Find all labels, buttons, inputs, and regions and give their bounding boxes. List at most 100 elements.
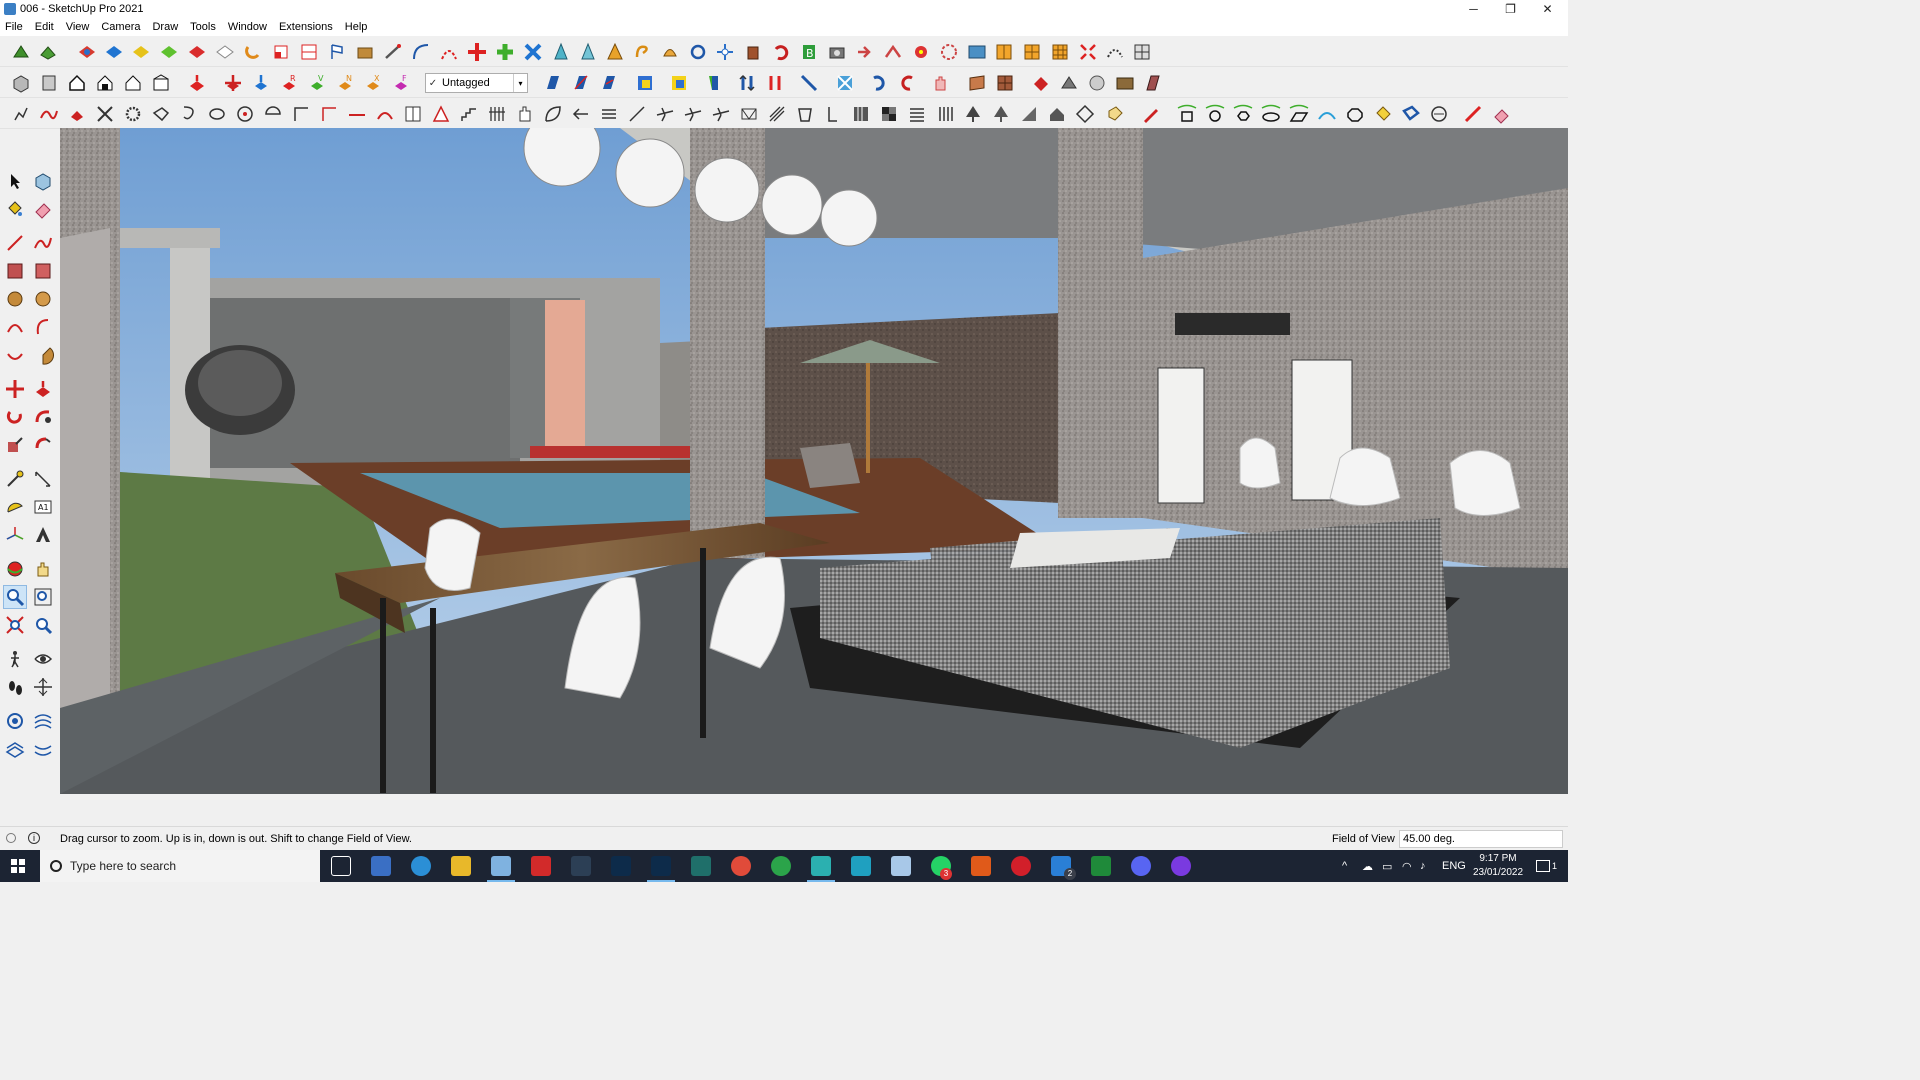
eraser-icon[interactable]	[32, 198, 54, 220]
polygon-tool-icon[interactable]	[1232, 103, 1254, 125]
plugin-grid-orange-icon[interactable]	[993, 41, 1015, 63]
previous-view-icon[interactable]	[32, 614, 54, 636]
layout-app-icon[interactable]	[691, 856, 711, 876]
discord-icon[interactable]	[1131, 856, 1151, 876]
hand-pink-icon[interactable]	[930, 72, 952, 94]
sketchup-viewer-icon[interactable]	[807, 856, 835, 882]
bracket-icon[interactable]	[822, 103, 844, 125]
diamond-icon[interactable]	[1074, 103, 1096, 125]
octagon-tool-icon[interactable]	[1344, 103, 1366, 125]
sketchup-app-icon[interactable]	[4, 3, 16, 15]
volume-icon[interactable]: ♪	[1420, 850, 1426, 882]
notifications-icon[interactable]: 1	[1536, 850, 1557, 882]
plugin-split-icon[interactable]	[882, 41, 904, 63]
close-button[interactable]: ✕	[1529, 0, 1566, 18]
file-explorer-icon[interactable]	[451, 856, 471, 876]
plugin-target-icon[interactable]	[910, 41, 932, 63]
flip-purple-icon[interactable]: F	[390, 72, 412, 94]
solid-green-icon[interactable]	[158, 41, 180, 63]
freehand-icon[interactable]	[32, 232, 54, 254]
scale-green-icon[interactable]: V	[306, 72, 328, 94]
rectangle-icon[interactable]	[4, 260, 26, 282]
section-plane-icon[interactable]	[270, 41, 292, 63]
half-sphere-icon[interactable]	[262, 103, 284, 125]
line-tool-icon[interactable]	[4, 232, 26, 254]
calculator-app-icon[interactable]	[371, 856, 391, 876]
line-red-icon[interactable]	[346, 103, 368, 125]
columns-icon[interactable]	[934, 103, 956, 125]
chevron-down-icon[interactable]: ▾	[513, 74, 527, 92]
corner-red-icon[interactable]	[318, 103, 340, 125]
look-around-icon[interactable]	[32, 648, 54, 670]
render-light-icon[interactable]	[1142, 72, 1164, 94]
textured-icon[interactable]	[704, 72, 726, 94]
onedrive-icon[interactable]: ☁	[1362, 850, 1373, 882]
eraser-pink-icon[interactable]	[1490, 103, 1512, 125]
rotate-tool-icon[interactable]	[4, 406, 26, 428]
protractor-icon[interactable]	[4, 496, 26, 518]
opera-icon[interactable]	[1011, 856, 1031, 876]
undo-blue-icon[interactable]	[868, 72, 890, 94]
stairs-icon[interactable]	[458, 103, 480, 125]
solid-blue-icon[interactable]	[103, 41, 125, 63]
front-view-icon[interactable]	[66, 72, 88, 94]
plane-2-icon[interactable]	[682, 103, 704, 125]
lasso-icon[interactable]	[206, 103, 228, 125]
clock[interactable]: 9:17 PM 23/01/2022	[1470, 852, 1526, 880]
text-tool-icon[interactable]: A1	[32, 496, 54, 518]
plugin-flower-icon[interactable]	[938, 41, 960, 63]
wifi-icon[interactable]: ◠	[1402, 850, 1412, 882]
offset-tool-icon[interactable]	[32, 434, 54, 456]
push-pull-icon[interactable]	[186, 72, 208, 94]
solid-yellow-icon[interactable]	[130, 41, 152, 63]
push-pull-tool-icon[interactable]	[32, 378, 54, 400]
render-frame-icon[interactable]	[1114, 72, 1136, 94]
arrow-left-icon[interactable]	[570, 103, 592, 125]
notes-app-icon[interactable]	[891, 856, 911, 876]
iso-view-icon[interactable]	[10, 72, 32, 94]
sections-icon[interactable]	[764, 72, 786, 94]
position-camera-icon[interactable]	[4, 648, 26, 670]
move-tool-icon[interactable]	[4, 378, 26, 400]
wireframe-icon[interactable]	[598, 72, 620, 94]
minimize-button[interactable]: ─	[1455, 0, 1492, 18]
select-arrow-icon[interactable]	[4, 170, 26, 192]
paint-bucket-icon[interactable]	[1372, 103, 1394, 125]
dimension-icon[interactable]	[32, 468, 54, 490]
material-brick-icon[interactable]	[966, 72, 988, 94]
chrome-profile-icon[interactable]	[771, 856, 791, 876]
zoom-icon[interactable]	[3, 585, 27, 609]
grid-icon[interactable]	[298, 41, 320, 63]
measurements-box[interactable]: 45.00 deg.	[1399, 830, 1563, 848]
info-icon[interactable]: i	[28, 832, 40, 844]
battery-icon[interactable]: ▭	[1382, 850, 1392, 882]
arc-red-icon[interactable]	[374, 103, 396, 125]
left-view-icon[interactable]	[150, 72, 172, 94]
hand-icon[interactable]	[514, 103, 536, 125]
plugin-arrow-icon[interactable]	[854, 41, 876, 63]
menu-help[interactable]: Help	[339, 18, 374, 36]
back-view-icon[interactable]	[122, 72, 144, 94]
pie-icon[interactable]	[32, 344, 54, 366]
plane-3-icon[interactable]	[710, 103, 732, 125]
task-view-icon[interactable]	[331, 856, 351, 876]
checker-icon[interactable]	[878, 103, 900, 125]
acrobat-icon[interactable]	[531, 856, 551, 876]
render-sphere-icon[interactable]	[1086, 72, 1108, 94]
plugin-green-icon[interactable]: B	[798, 41, 820, 63]
bezier-icon[interactable]	[438, 41, 460, 63]
three-point-arc-icon[interactable]	[4, 344, 26, 366]
plugin-tile-icon[interactable]	[1049, 41, 1071, 63]
slash-icon[interactable]	[626, 103, 648, 125]
solid-white-icon[interactable]	[214, 41, 236, 63]
tree-icon[interactable]	[962, 103, 984, 125]
render-icon[interactable]	[1030, 72, 1052, 94]
top-view-icon[interactable]	[38, 72, 60, 94]
3d-text-icon[interactable]	[32, 524, 54, 546]
polyline-icon[interactable]	[38, 103, 60, 125]
tag-icon[interactable]	[1104, 103, 1126, 125]
menu-edit[interactable]: Edit	[29, 18, 60, 36]
cone-outline-icon[interactable]	[577, 41, 599, 63]
rotated-rectangle-icon[interactable]	[32, 260, 54, 282]
bucket-icon[interactable]	[742, 41, 764, 63]
